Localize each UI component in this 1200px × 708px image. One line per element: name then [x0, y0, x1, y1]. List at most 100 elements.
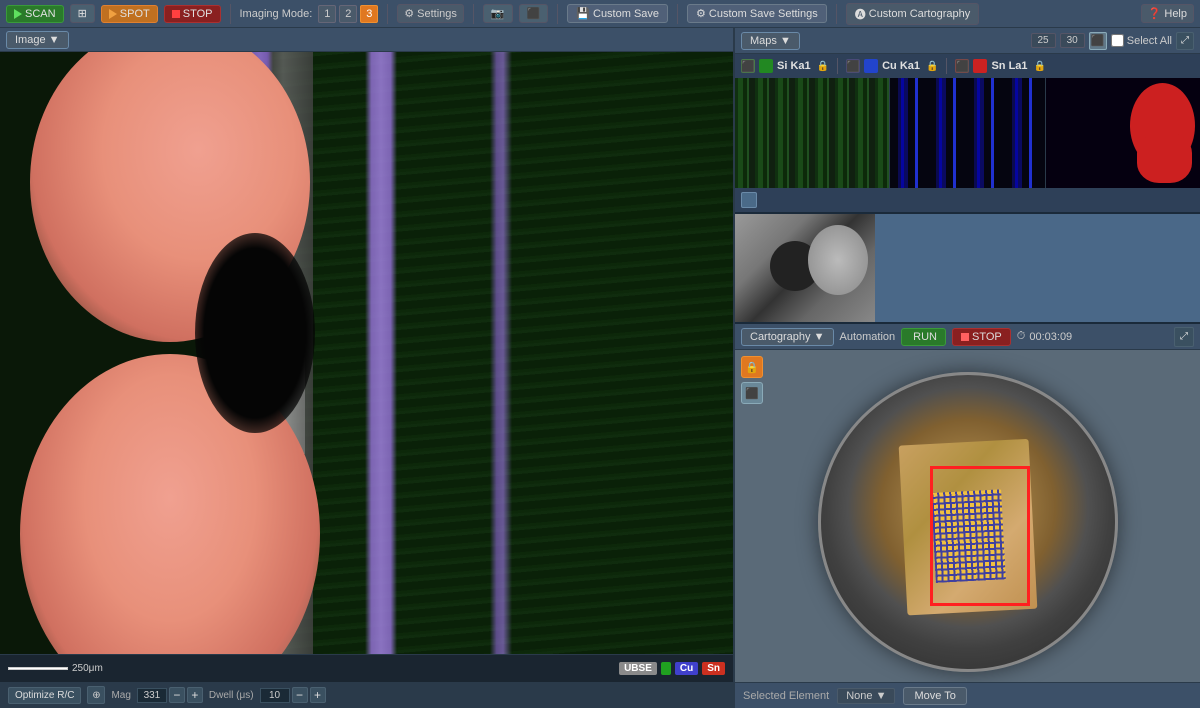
camera-icon: 📷	[491, 7, 505, 20]
select-all-label: Select All	[1127, 35, 1172, 47]
maps-expand-button[interactable]: ⤢	[1176, 32, 1194, 50]
cartography-label: Cartography	[750, 331, 811, 343]
ubse-tag[interactable]: UBSE	[619, 662, 657, 675]
dwell-increase-button[interactable]: +	[310, 687, 326, 703]
image-bottom-bar: 250μm UBSE Cu Sn	[0, 654, 733, 682]
dwell-stepper: 10 − +	[260, 687, 326, 703]
separator-6	[836, 4, 837, 24]
si-color-swatch	[759, 59, 773, 73]
map-thumb-sn[interactable]	[1046, 78, 1200, 188]
settings-label: Settings	[417, 8, 457, 20]
maps-arrow-icon: ▼	[780, 35, 791, 47]
maps-section: Maps ▼ 25 30 ⬛ Select All ⤢ ⬛	[735, 28, 1200, 214]
maps-num-30[interactable]: 30	[1060, 33, 1085, 48]
move-to-button[interactable]: Move To	[903, 687, 966, 705]
center-dark	[195, 233, 315, 433]
maps-channels: ⬛ Si Ka1 🔒 ⬛ Cu Ka1 🔒 ⬛	[735, 54, 1200, 78]
stop-button[interactable]: STOP	[164, 5, 221, 23]
grid-button[interactable]: ⊞	[70, 4, 95, 23]
custom-cartography-label: Custom Cartography	[869, 8, 971, 20]
maps-num-25[interactable]: 25	[1031, 33, 1056, 48]
sn-stack-icon[interactable]: ⬛	[955, 59, 969, 73]
nav-lock-button[interactable]: 🔒	[741, 356, 763, 378]
settings-button[interactable]: ⚙ Settings	[397, 4, 464, 23]
carto-expand-button[interactable]: ⤢	[1174, 327, 1194, 347]
help-label: Help	[1164, 8, 1187, 20]
mag-value: 331	[137, 688, 167, 703]
mag-decrease-button[interactable]: −	[169, 687, 185, 703]
stop-square-icon	[172, 10, 180, 18]
selected-element-dropdown[interactable]: None ▼	[837, 688, 895, 704]
cu-stack-icon[interactable]: ⬛	[846, 59, 860, 73]
mode-2-button[interactable]: 2	[339, 5, 357, 23]
cartography-section: Cartography ▼ Automation RUN STOP ⏱ 00:0…	[735, 324, 1200, 708]
image-dropdown[interactable]: Image ▼	[6, 31, 69, 49]
mode-1-button[interactable]: 1	[318, 5, 336, 23]
maps-icon-btn[interactable]: ⬛	[1089, 32, 1107, 50]
bse-thumb-image[interactable]	[735, 214, 875, 322]
cartography-dropdown[interactable]: Cartography ▼	[741, 328, 834, 346]
selected-element-label: Selected Element	[743, 690, 829, 702]
maps-label: Maps	[750, 35, 777, 47]
microscope-image[interactable]	[0, 52, 733, 654]
carto-stop-button[interactable]: STOP	[952, 328, 1011, 346]
si-lock-icon: 🔒	[817, 61, 829, 72]
channel-cu: ⬛ Cu Ka1 🔒	[846, 59, 938, 73]
dwell-value: 10	[260, 688, 290, 703]
image-controls: Optimize R/C ⊕ Mag 331 − + Dwell (μs) 10…	[0, 682, 733, 708]
sn-tag[interactable]: Sn	[702, 662, 725, 675]
spot-play-icon	[109, 9, 117, 19]
dwell-decrease-button[interactable]: −	[292, 687, 308, 703]
maps-dropdown[interactable]: Maps ▼	[741, 32, 800, 50]
top-toolbar: SCAN ⊞ SPOT STOP Imaging Mode: 1 2 3 ⚙ S…	[0, 0, 1200, 28]
help-button[interactable]: ❓ Help	[1141, 4, 1194, 23]
camera-button[interactable]: 📷	[483, 4, 513, 23]
settings-gear-icon: ⚙	[404, 7, 414, 20]
custom-save-button[interactable]: 💾 Custom Save	[567, 4, 668, 23]
selected-element-value: None	[846, 690, 872, 702]
spot-button[interactable]: SPOT	[101, 5, 158, 23]
mag-increase-button[interactable]: +	[187, 687, 203, 703]
grid-icon: ⊞	[78, 7, 87, 20]
separator-5	[677, 4, 678, 24]
select-all-row: Select All	[1111, 34, 1172, 47]
map-thumb-cu[interactable]	[890, 78, 1045, 188]
carto-header-right: ⤢	[1174, 327, 1194, 347]
element-dropdown-arrow: ▼	[876, 690, 887, 702]
image-label: Image	[15, 34, 46, 46]
cu-tag[interactable]: Cu	[675, 662, 698, 675]
cu-color-swatch	[864, 59, 878, 73]
left-panel: Image ▼ 250μm	[0, 28, 735, 708]
floppy-icon: 💾	[576, 7, 590, 20]
timer-value: 00:03:09	[1029, 331, 1072, 343]
timer-display: ⏱ 00:03:09	[1017, 330, 1072, 343]
optimize-button[interactable]: Optimize R/C	[8, 687, 81, 704]
purple-band-far	[490, 52, 512, 654]
maps-thumbnails	[735, 78, 1200, 188]
nav-square-button[interactable]: ⬛	[741, 382, 763, 404]
maps-stack-button[interactable]	[741, 192, 757, 208]
nav-icons: 🔒 ⬛	[741, 356, 763, 404]
run-button[interactable]: RUN	[901, 328, 946, 346]
si-stack-icon[interactable]: ⬛	[741, 59, 755, 73]
maps-header: Maps ▼ 25 30 ⬛ Select All ⤢	[735, 28, 1200, 54]
mag-stepper: 331 − +	[137, 687, 203, 703]
cartography-viewport[interactable]: 🔒 ⬛	[735, 350, 1200, 682]
maps-controls: 25 30 ⬛ Select All ⤢	[1031, 32, 1195, 50]
crosshair-icon-btn[interactable]: ⊕	[87, 686, 105, 704]
carto-arrow-icon: ▼	[814, 331, 825, 343]
mode-3-button[interactable]: 3	[360, 5, 378, 23]
automation-label: Automation	[840, 331, 896, 343]
custom-cartography-button[interactable]: 🅐 Custom Cartography	[846, 3, 980, 25]
run-label: RUN	[913, 331, 937, 343]
custom-save-settings-button[interactable]: ⚙ Custom Save Settings	[687, 4, 827, 23]
si-tag[interactable]	[661, 662, 671, 675]
record-button[interactable]: ⬛	[519, 4, 549, 23]
purple-band-right	[365, 52, 397, 654]
select-all-checkbox[interactable]	[1111, 34, 1124, 47]
stop-label: STOP	[183, 8, 213, 20]
map-thumb-si[interactable]	[735, 78, 890, 188]
scan-button[interactable]: SCAN	[6, 5, 64, 23]
cu-channel-name: Cu Ka1	[882, 60, 920, 72]
scale-line	[8, 667, 68, 670]
